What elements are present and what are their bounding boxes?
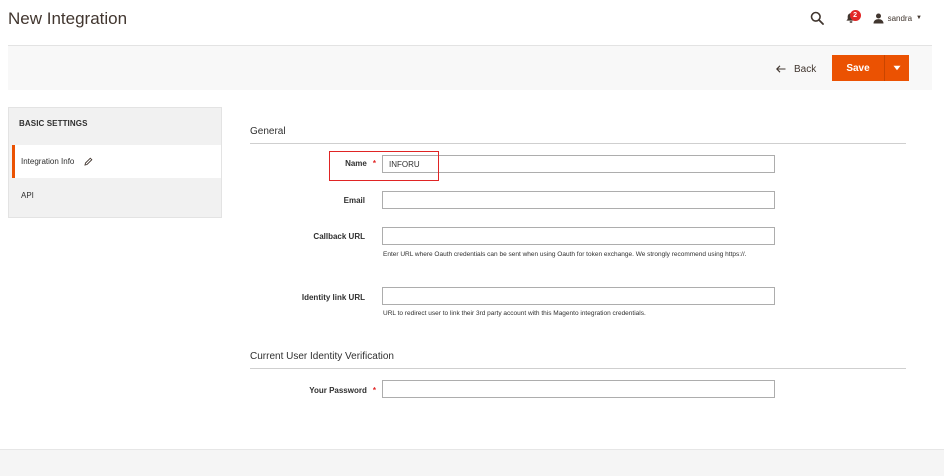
section-divider <box>250 143 906 144</box>
password-input[interactable] <box>382 380 775 398</box>
caret-down-icon <box>893 65 901 71</box>
sidebar-item-label: Integration Info <box>21 157 75 166</box>
back-label: Back <box>794 63 817 75</box>
pencil-icon <box>84 157 93 166</box>
identity-link-url-label: Identity link URL <box>301 293 365 302</box>
identity-link-url-input[interactable] <box>382 287 775 305</box>
notification-count-badge: 2 <box>849 10 861 21</box>
save-button[interactable]: Save <box>832 55 884 81</box>
sidebar-heading: BASIC SETTINGS <box>19 119 88 128</box>
user-menu[interactable]: sandra ▼ <box>873 13 922 24</box>
sidebar-item-label: API <box>21 190 34 200</box>
callback-url-note: Enter URL where Oauth credentials can be… <box>383 251 747 258</box>
section-divider <box>250 368 906 369</box>
name-input[interactable] <box>382 155 775 173</box>
user-icon <box>873 13 884 23</box>
header-actions: 2 sandra ▼ <box>807 8 922 28</box>
email-input[interactable] <box>382 191 775 209</box>
section-title-verification: Current User Identity Verification <box>250 351 394 362</box>
footer <box>0 449 944 476</box>
chevron-down-icon: ▼ <box>916 15 922 21</box>
page-actions-bar: Back Save <box>8 45 932 90</box>
username: sandra <box>887 13 913 23</box>
search-icon[interactable] <box>807 8 827 28</box>
arrow-left-icon <box>776 65 786 73</box>
save-options-toggle[interactable] <box>884 55 909 81</box>
highlight-box <box>329 151 439 181</box>
required-marker: * <box>372 386 376 395</box>
settings-sidebar: BASIC SETTINGS Integration Info API <box>8 107 222 218</box>
section-title-general: General <box>250 126 286 137</box>
password-label: Your Password * <box>309 386 376 395</box>
callback-url-input[interactable] <box>382 227 775 245</box>
back-button[interactable]: Back <box>776 60 816 78</box>
save-split-button: Save <box>832 55 909 81</box>
sidebar-item-api[interactable]: API <box>9 180 221 210</box>
email-label: Email <box>343 196 365 205</box>
identity-link-url-note: URL to redirect user to link their 3rd p… <box>383 310 646 317</box>
page-title: New Integration <box>8 9 128 28</box>
callback-url-label: Callback URL <box>313 232 365 241</box>
sidebar-item-integration-info[interactable]: Integration Info <box>12 145 221 178</box>
notifications-bell-icon[interactable]: 2 <box>841 8 861 28</box>
